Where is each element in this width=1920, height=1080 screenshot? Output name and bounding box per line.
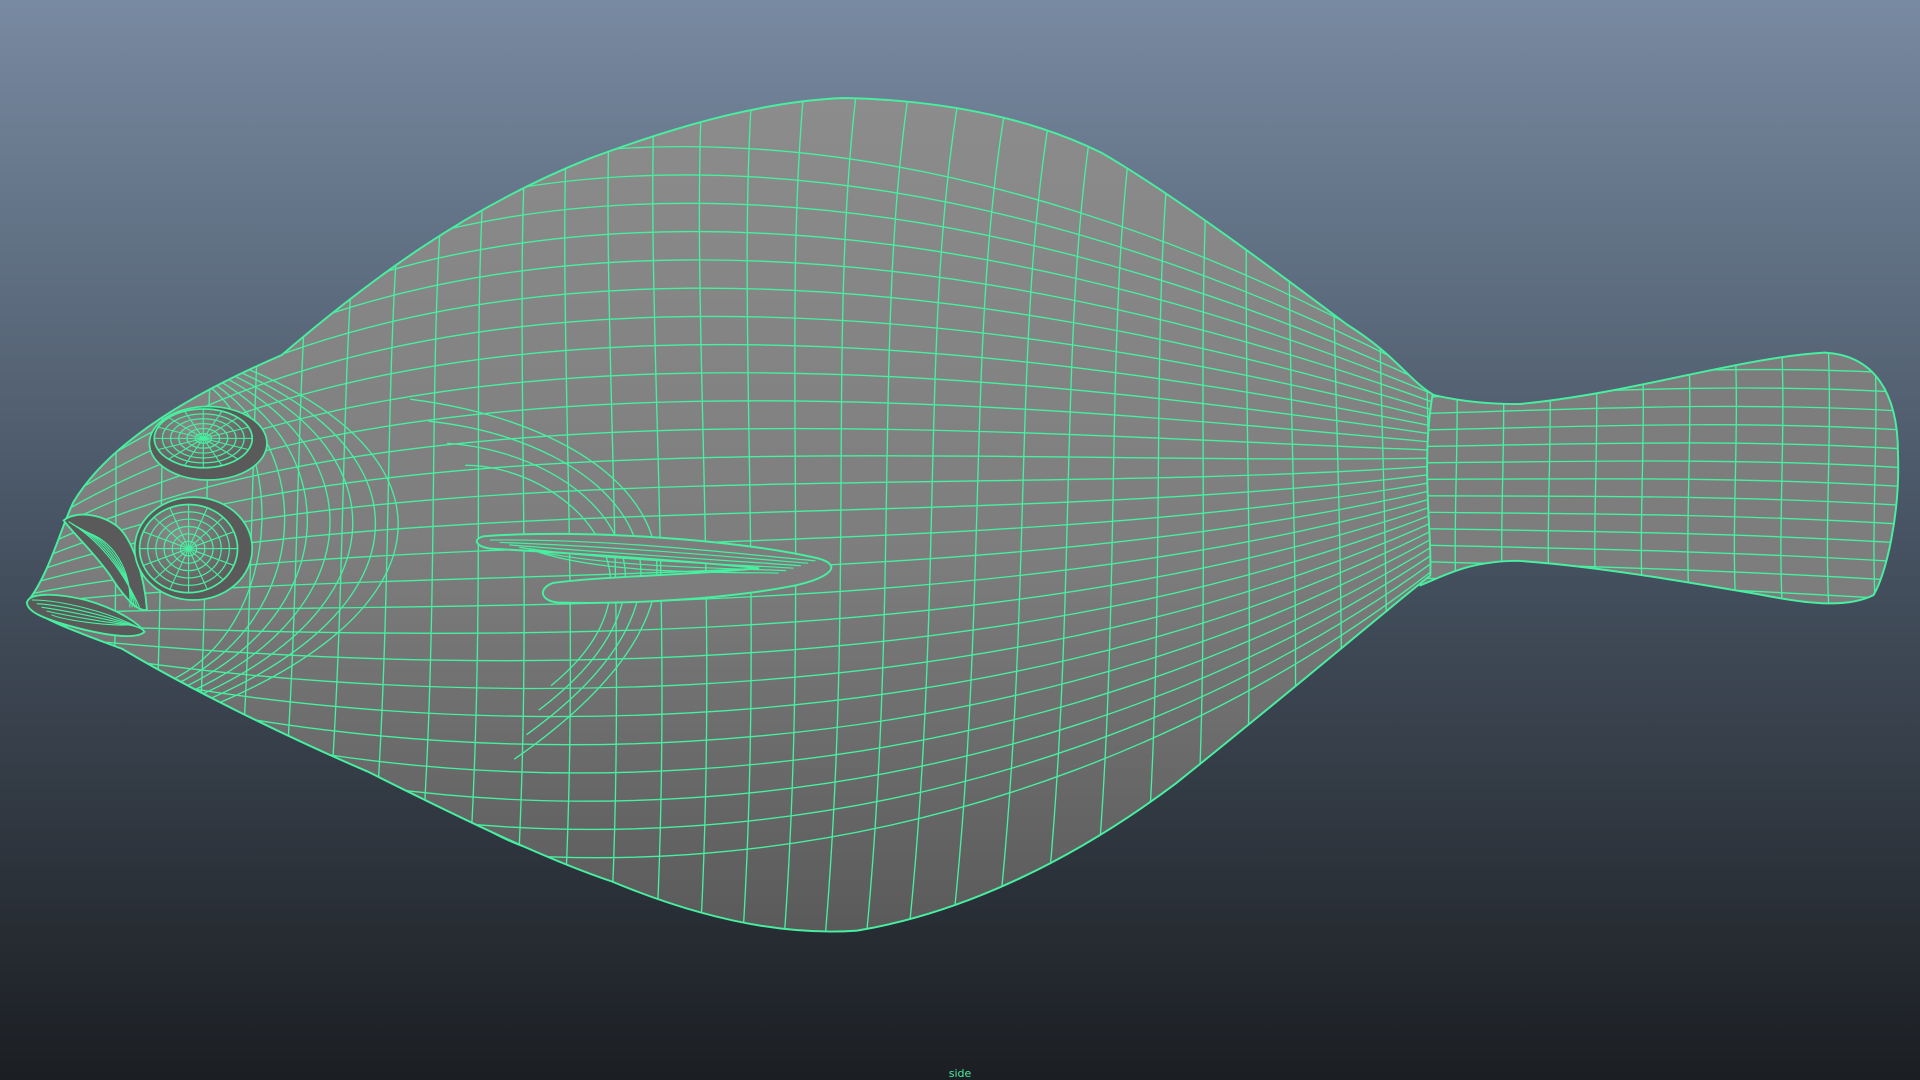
3d-viewport[interactable]: side	[0, 0, 1920, 1080]
camera-name-label: side	[948, 1067, 972, 1080]
eye-top	[148, 405, 268, 481]
eye-bottom	[133, 496, 254, 601]
fish-model[interactable]	[0, 0, 1920, 1080]
tail-fin	[1345, 351, 1900, 605]
